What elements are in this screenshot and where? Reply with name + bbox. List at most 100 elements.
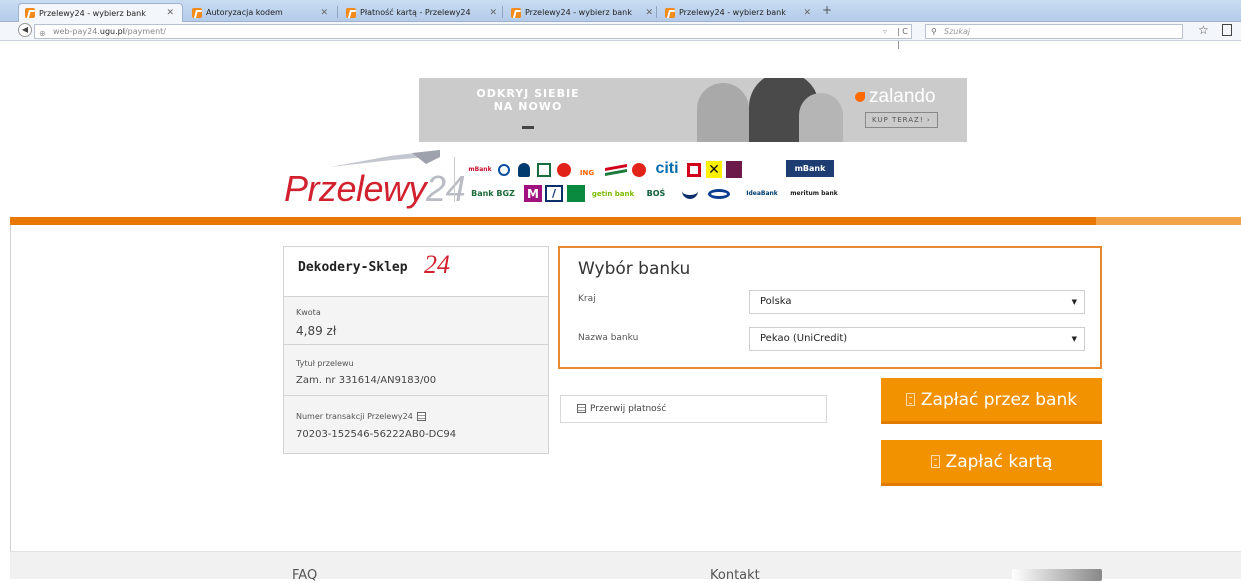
zalando-brand: zalando bbox=[869, 86, 936, 107]
bank-logo-ideabank: IdeaBank bbox=[746, 190, 778, 197]
shop-number: 24 bbox=[424, 250, 450, 279]
banner-tagline: ODKRYJ SIEBIE NA NOWO bbox=[476, 87, 580, 113]
payment-summary-panel: Dekodery-Sklep 24 Kwota 4,89 zł Tytuł pr… bbox=[283, 246, 549, 454]
contact-link[interactable]: Kontakt bbox=[710, 568, 760, 583]
przelewy24-logo: Przelewy24 bbox=[284, 168, 466, 210]
bank-logo-ing: ING bbox=[579, 168, 595, 177]
faq-link[interactable]: FAQ bbox=[292, 568, 317, 583]
bookmarks-menu-icon[interactable] bbox=[1222, 24, 1232, 36]
shop-name: Dekodery-Sklep bbox=[298, 260, 408, 275]
close-icon[interactable]: ✕ bbox=[803, 8, 811, 18]
bank-logo-mbank: mBank bbox=[468, 166, 492, 173]
person-silhouette-image bbox=[799, 93, 843, 142]
zalando-logo: zalando bbox=[855, 86, 936, 108]
bank-name-label: Nazwa banku bbox=[578, 333, 639, 343]
search-icon: ⚲ bbox=[931, 27, 937, 36]
tab-title: Płatność kartą - Przelewy24 bbox=[360, 8, 471, 17]
transfer-title-value: Zam. nr 331614/AN9183/00 bbox=[296, 375, 437, 386]
new-tab-button[interactable]: + bbox=[822, 3, 832, 17]
bookmark-star-icon[interactable]: ☆ bbox=[1198, 23, 1209, 37]
cancel-document-icon bbox=[577, 404, 586, 413]
bank-logo-eye bbox=[706, 185, 732, 202]
bank-logo-millennium bbox=[556, 161, 572, 178]
pay-by-bank-button[interactable]: Zapłać przez bank bbox=[881, 378, 1102, 424]
transaction-number-value: 70203-152546-56222AB0-DC94 bbox=[296, 429, 457, 440]
bank-logo-bgz: Bank BGZ bbox=[471, 189, 515, 198]
banner-dash bbox=[522, 126, 534, 129]
close-icon[interactable]: ✕ bbox=[489, 8, 497, 18]
close-icon[interactable]: ✕ bbox=[166, 8, 174, 18]
page-left-edge bbox=[10, 225, 11, 579]
tab-autoryzacja[interactable]: Autoryzacja kodem ✕ bbox=[186, 3, 336, 22]
bank-logo-pko bbox=[516, 161, 532, 178]
bank-logo-nordea bbox=[680, 185, 700, 202]
tab-separator bbox=[502, 6, 503, 18]
globe-icon: ⊕ bbox=[39, 29, 46, 38]
zalando-play-icon bbox=[855, 91, 865, 102]
logo-number: 24 bbox=[426, 168, 466, 209]
bank-logo-credit-agricole bbox=[604, 161, 628, 178]
url-prefix: web-pay24. bbox=[53, 27, 100, 36]
url-domain: ugu.pl bbox=[99, 27, 125, 36]
country-select[interactable]: Polska ▼ bbox=[749, 290, 1085, 314]
dropdown-arrow-icon[interactable]: ▿ bbox=[883, 25, 887, 38]
tab-title: Przelewy24 - wybierz bank bbox=[679, 8, 786, 17]
bank-selection-panel: Wybór banku Kraj Polska ▼ Nazwa banku Pe… bbox=[558, 246, 1102, 369]
address-bar[interactable]: ⊕ web-pay24.ugu.pl/payment/ ▿ | C | bbox=[34, 24, 912, 49]
tab-separator bbox=[656, 6, 657, 18]
search-placeholder: Szukaj bbox=[944, 27, 971, 36]
bank-logo-deutsche: / bbox=[545, 185, 563, 202]
amount-label: Kwota bbox=[296, 308, 321, 317]
bank-logo-raiffeisen: ✕ bbox=[706, 161, 722, 178]
bank-name-value: Pekao (UniCredit) bbox=[760, 333, 848, 344]
pay-by-bank-label: Zapłać przez bank bbox=[920, 389, 1078, 410]
bank-logo-bph bbox=[567, 185, 585, 202]
bank-logo-alior bbox=[726, 161, 742, 178]
tab-przelewy24-3[interactable]: Przelewy24 - wybierz bank ✕ bbox=[659, 3, 819, 22]
hand-image bbox=[1012, 569, 1102, 581]
bank-logo-pekao bbox=[630, 161, 648, 178]
copy-icon[interactable] bbox=[416, 412, 426, 421]
przelewy24-favicon-icon bbox=[511, 7, 521, 18]
przelewy24-favicon-icon bbox=[25, 8, 35, 18]
tab-separator bbox=[337, 6, 338, 18]
person-silhouette-image bbox=[697, 83, 749, 142]
bank-logo-citi: citi bbox=[655, 159, 679, 177]
pay-by-card-label: Zapłać kartą bbox=[945, 451, 1053, 472]
tab-title: Przelewy24 - wybierz bank bbox=[525, 8, 632, 17]
header-orange-bar bbox=[10, 217, 1241, 225]
bank-selection-title: Wybór banku bbox=[578, 259, 691, 279]
close-icon[interactable]: ✕ bbox=[320, 8, 328, 18]
bank-logo-eurobank bbox=[496, 161, 512, 178]
bank-logo-bos: BOŚ bbox=[646, 189, 666, 198]
close-icon[interactable]: ✕ bbox=[645, 8, 653, 18]
amount-value: 4,89 zł bbox=[296, 324, 337, 338]
tab-przelewy24-2[interactable]: Przelewy24 - wybierz bank ✕ bbox=[505, 3, 661, 22]
search-input[interactable]: ⚲ Szukaj bbox=[925, 24, 1183, 39]
zalando-ad-banner[interactable]: ODKRYJ SIEBIE NA NOWO zalando KUP TERAZ!… bbox=[419, 78, 967, 142]
przelewy24-favicon-icon bbox=[192, 7, 202, 18]
url-path: /payment/ bbox=[124, 27, 166, 36]
pay-by-card-button[interactable]: Zapłać kartą bbox=[881, 440, 1102, 486]
tab-title: Autoryzacja kodem bbox=[206, 8, 283, 17]
cancel-payment-button[interactable]: Przerwij płatność bbox=[560, 395, 827, 423]
logo-text: Przelewy bbox=[284, 168, 427, 209]
tab-platnosc-karta[interactable]: Płatność kartą - Przelewy24 ✕ bbox=[340, 3, 505, 22]
back-arrow-icon[interactable]: ◀ bbox=[18, 23, 32, 37]
browser-tab-bar: Przelewy24 - wybierz bank ✕ Autoryzacja … bbox=[0, 0, 1241, 22]
przelewy24-favicon-icon bbox=[665, 7, 675, 18]
country-label: Kraj bbox=[578, 294, 596, 304]
bank-logo-multibank: M bbox=[524, 185, 542, 202]
transaction-number-label: Numer transakcji Przelewy24 bbox=[296, 412, 426, 421]
credit-card-icon bbox=[930, 455, 940, 468]
reload-icon[interactable]: | C | bbox=[897, 25, 911, 51]
przelewy24-favicon-icon bbox=[346, 7, 356, 18]
tab-title: Przelewy24 - wybierz bank bbox=[39, 8, 146, 18]
transfer-title-label: Tytuł przelewu bbox=[296, 359, 354, 368]
page-footer: FAQ Kontakt bbox=[10, 551, 1241, 583]
bank-name-select[interactable]: Pekao (UniCredit) ▼ bbox=[749, 327, 1085, 351]
kup-teraz-button[interactable]: KUP TERAZ! › bbox=[865, 112, 938, 128]
tab-przelewy24-1[interactable]: Przelewy24 - wybierz bank ✕ bbox=[18, 3, 183, 22]
country-value: Polska bbox=[760, 296, 792, 307]
logo-swoosh bbox=[330, 150, 440, 167]
